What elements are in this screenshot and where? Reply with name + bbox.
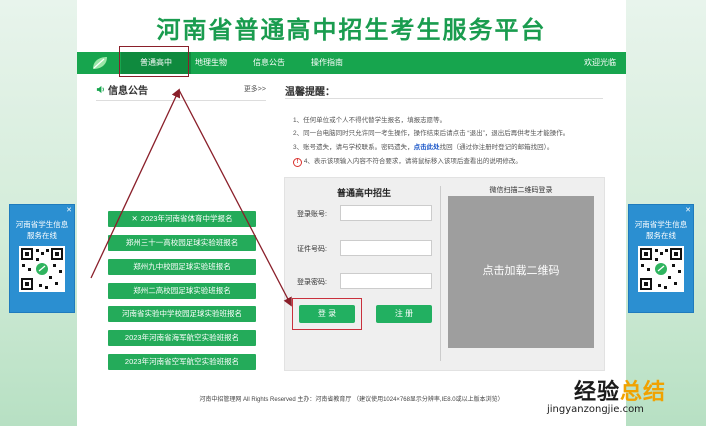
notice-header: 信息公告 更多>> xyxy=(96,82,266,98)
watermark-part1: 经验 xyxy=(574,380,621,405)
login-title: 普通高中招生 xyxy=(336,188,391,198)
link-zz2-football[interactable]: 郑州二高校园足球实验班报名 xyxy=(108,283,256,299)
qr-placeholder[interactable]: 点击加载二维码 xyxy=(448,196,594,348)
link-sports-school-label: 2023年河南省体育中学报名 xyxy=(140,214,233,223)
tip-line-1: 1、任何单位或个人不得代替学生报名，填报志愿等。 xyxy=(293,117,447,124)
idcard-input[interactable] xyxy=(340,240,432,256)
qr-title: 微信扫描二维码登录 xyxy=(489,187,553,194)
notice-title: 信息公告 xyxy=(108,86,148,97)
close-icon[interactable]: ✕ xyxy=(66,206,72,214)
footer: 河南中招管理网 All Rights Reserved 主办：河南省教育厅 （建… xyxy=(199,397,504,403)
side-card-text: 河南省学生信息 服务在线 xyxy=(629,219,693,241)
warning-icon: ! xyxy=(293,158,302,167)
site-title: 河南省普通高中招生考生服务平台 xyxy=(156,16,547,44)
side-card-text-line1: 河南省学生信息 xyxy=(634,220,688,229)
side-card-right: ✕ 河南省学生信息 服务在线 xyxy=(628,204,694,313)
link-experimental-football[interactable]: 河南省实验中学校园足球实验班报名 xyxy=(108,306,256,322)
tips-title: 温馨提醒： xyxy=(285,87,335,98)
banner: 河南省普通高中招生考生服务平台 xyxy=(77,0,626,52)
link-airforce-aviation[interactable]: 2023年河南省空军航空实验班报名 xyxy=(108,354,256,370)
nav-item-notices[interactable]: 信息公告 xyxy=(247,52,291,74)
qr-load-text[interactable]: 点击加载二维码 xyxy=(448,262,594,278)
side-card-text-line1: 河南省学生信息 xyxy=(15,220,69,229)
tip-line-3-suffix: 找回（通过你注册时登记的邮箱找回）。 xyxy=(439,144,554,151)
link-zz31-football[interactable]: 郑州三十一高校园足球实验班报名 xyxy=(108,235,256,251)
nav-item-guide[interactable]: 操作指南 xyxy=(305,52,349,74)
side-card-left: ✕ 河南省学生信息 服务在线 xyxy=(9,204,75,313)
recover-password-link[interactable]: 点击此处 xyxy=(414,144,440,151)
notice-divider xyxy=(96,100,266,101)
login-divider xyxy=(440,186,441,361)
password-input[interactable] xyxy=(340,273,432,289)
tip-line-3: 3、账号遗失，请与学校联系。密码遗失，点击此处找回（通过你注册时登记的邮箱找回）… xyxy=(293,141,553,151)
speaker-icon xyxy=(96,85,104,94)
sports-icon: ✕ xyxy=(131,214,138,223)
nav-item-geo-bio[interactable]: 地理生物 xyxy=(191,52,231,74)
link-zz9-football[interactable]: 郑州九中校园足球实验班报名 xyxy=(108,259,256,275)
welcome-text: 欢迎光临 xyxy=(584,58,616,67)
leaf-logo-icon xyxy=(93,57,107,69)
tips-divider xyxy=(285,98,603,99)
nav-highlight-annotation xyxy=(119,46,189,77)
watermark-part2: 总结 xyxy=(620,380,667,405)
account-label: 登录账号: xyxy=(297,211,327,218)
tip-line-4: ! 4、表示该项输入内容不符合要求，请将鼠标移入该项后查看出的说明修改。 xyxy=(293,155,522,167)
watermark-url: jingyanzongjie.com xyxy=(547,404,644,415)
tip-line-4-text: 4、表示该项输入内容不符合要求，请将鼠标移入该项后查看出的说明修改。 xyxy=(303,158,522,165)
side-card-text: 河南省学生信息 服务在线 xyxy=(10,219,74,241)
idcard-label: 证件号码: xyxy=(297,246,327,253)
link-sports-school[interactable]: ✕ 2023年河南省体育中学报名 xyxy=(108,211,256,227)
side-card-text-line2: 服务在线 xyxy=(27,231,57,240)
qr-code-icon xyxy=(19,246,65,292)
tip-line-2: 2、同一台电脑同时只允许同一考生操作，操作结束后请点击 “退出”，退出后再供考生… xyxy=(293,130,570,137)
side-card-text-line2: 服务在线 xyxy=(646,231,676,240)
watermark-logo: 经验总结 xyxy=(574,374,666,406)
password-label: 登录密码: xyxy=(297,279,327,286)
qr-code-icon xyxy=(638,246,684,292)
notice-more-link[interactable]: 更多>> xyxy=(244,84,266,94)
close-icon[interactable]: ✕ xyxy=(685,206,691,214)
link-navy-aviation[interactable]: 2023年河南省海军航空实验班报名 xyxy=(108,330,256,346)
tip-line-3-prefix: 3、账号遗失，请与学校联系。密码遗失， xyxy=(293,144,414,151)
login-highlight-annotation xyxy=(292,298,362,330)
account-input[interactable] xyxy=(340,205,432,221)
register-button[interactable]: 注 册 xyxy=(376,305,432,323)
